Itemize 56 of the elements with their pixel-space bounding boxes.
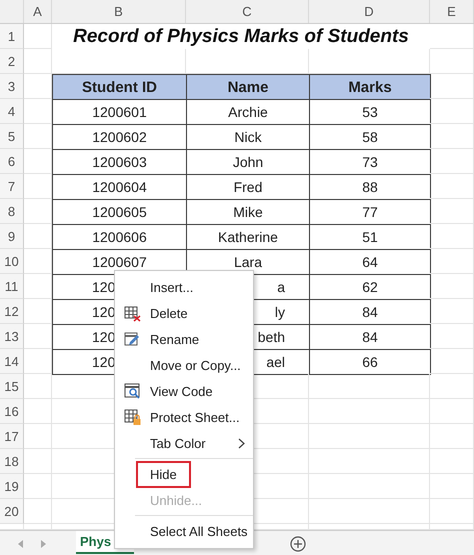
- empty-cell[interactable]: [430, 499, 474, 524]
- table-lock-icon: [124, 409, 141, 426]
- empty-cell[interactable]: [309, 374, 430, 399]
- row-header[interactable]: 14: [0, 349, 24, 374]
- column-header[interactable]: C: [186, 0, 309, 23]
- table-cell: 66: [309, 349, 431, 375]
- row-header[interactable]: 18: [0, 449, 24, 474]
- empty-cell[interactable]: [430, 24, 474, 49]
- menu-item[interactable]: Tab Color: [148, 432, 208, 454]
- row-header[interactable]: 5: [0, 124, 24, 149]
- empty-cell[interactable]: [309, 499, 430, 524]
- scroll-right-icon[interactable]: [38, 539, 48, 549]
- row-header[interactable]: 7: [0, 174, 24, 199]
- empty-cell[interactable]: [309, 424, 430, 449]
- column-header[interactable]: A: [24, 0, 52, 23]
- empty-cell[interactable]: [430, 474, 474, 499]
- row-header[interactable]: 19: [0, 474, 24, 499]
- menu-item[interactable]: View Code: [148, 380, 215, 402]
- scroll-left-icon[interactable]: [16, 539, 26, 549]
- row-header[interactable]: 15: [0, 374, 24, 399]
- row-header[interactable]: 4: [0, 99, 24, 124]
- row-header[interactable]: 13: [0, 324, 24, 349]
- menu-item[interactable]: Hide: [136, 460, 191, 488]
- row-header[interactable]: 17: [0, 424, 24, 449]
- row-header[interactable]: 12: [0, 299, 24, 324]
- column-header[interactable]: D: [309, 0, 430, 23]
- window-magnifier-icon: [124, 383, 141, 400]
- sheet-title: Record of Physics Marks of Students: [72, 24, 410, 48]
- column-heading: Marks: [309, 74, 431, 100]
- table-x-icon: [124, 305, 141, 322]
- empty-cell[interactable]: [309, 399, 430, 424]
- empty-cell[interactable]: [430, 374, 474, 399]
- empty-cell[interactable]: [309, 474, 430, 499]
- column-heading: Student ID: [52, 74, 187, 100]
- add-sheet-icon[interactable]: [290, 536, 306, 552]
- column-heading: Name: [186, 74, 310, 100]
- empty-cell[interactable]: [430, 399, 474, 424]
- row-header[interactable]: 2: [0, 49, 24, 74]
- row-header[interactable]: 11: [0, 274, 24, 299]
- row-header[interactable]: 8: [0, 199, 24, 224]
- empty-cell[interactable]: [430, 449, 474, 474]
- menu-item[interactable]: Select All Sheets: [148, 520, 250, 542]
- empty-cell[interactable]: [430, 424, 474, 449]
- column-header[interactable]: E: [430, 0, 474, 23]
- row-header[interactable]: 6: [0, 149, 24, 174]
- table-pencil-icon: [124, 331, 141, 348]
- row-header[interactable]: 9: [0, 224, 24, 249]
- column-header[interactable]: B: [52, 0, 186, 23]
- row-header[interactable]: 16: [0, 399, 24, 424]
- row-header[interactable]: 1: [0, 24, 24, 49]
- row-header[interactable]: 10: [0, 249, 24, 274]
- menu-item[interactable]: Protect Sheet...: [148, 406, 242, 428]
- row-header[interactable]: 3: [0, 74, 24, 99]
- empty-cell[interactable]: [309, 449, 430, 474]
- empty-cell[interactable]: [430, 49, 474, 74]
- row-header[interactable]: 20: [0, 499, 24, 524]
